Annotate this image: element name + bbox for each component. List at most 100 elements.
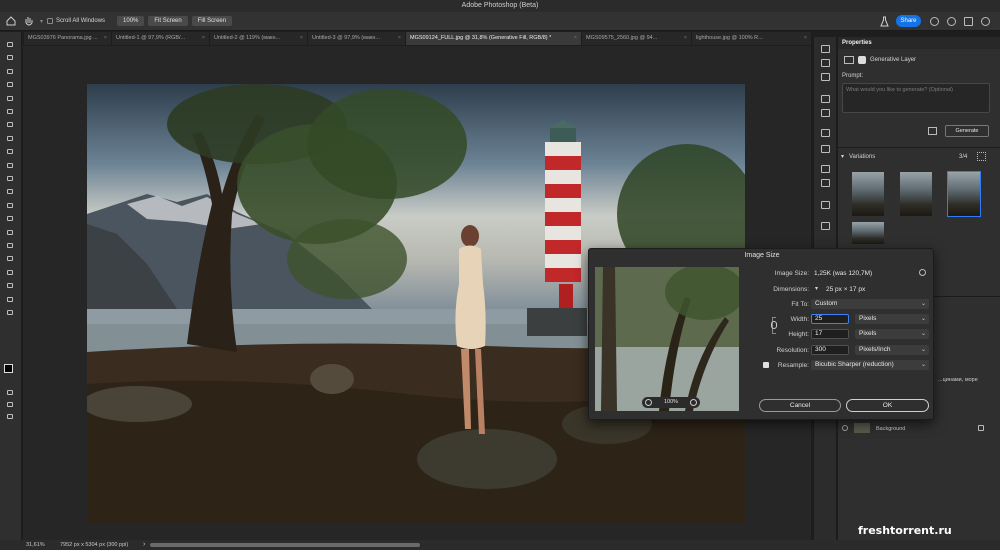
swatches-icon[interactable]: [821, 129, 830, 137]
history-brush-icon[interactable]: [5, 174, 15, 183]
tab-3[interactable]: Untitled-3 @ 97,9% (макн... ×: [308, 32, 406, 45]
resolution-unit-select[interactable]: Pixels/Inch ⌄: [855, 345, 929, 355]
clone-stamp-icon[interactable]: [5, 161, 15, 170]
screen-mode-icon[interactable]: [5, 400, 15, 409]
image-reference-icon[interactable]: [928, 127, 937, 135]
hand-tool-icon[interactable]: [22, 14, 36, 28]
close-icon[interactable]: ×: [804, 32, 807, 45]
variation-thumbnail-4[interactable]: [852, 222, 884, 244]
chevron-right-icon[interactable]: ›: [143, 540, 145, 550]
properties-tab[interactable]: Properties: [838, 37, 1000, 49]
channels-icon[interactable]: [821, 222, 830, 230]
path-select-icon[interactable]: [5, 268, 15, 277]
frame-tool-icon[interactable]: [5, 107, 15, 116]
prompt-input[interactable]: What would you like to generate? (Option…: [842, 83, 990, 113]
quick-mask-icon[interactable]: [5, 388, 15, 397]
history-icon[interactable]: [821, 45, 830, 53]
zoom-in-icon[interactable]: [690, 399, 697, 406]
horizontal-scrollbar[interactable]: [150, 543, 420, 547]
generate-button[interactable]: Generate: [945, 125, 989, 137]
cancel-button[interactable]: Cancel: [759, 399, 841, 412]
libraries-icon[interactable]: [821, 201, 830, 209]
move-tool-icon[interactable]: [5, 40, 15, 49]
tab-5[interactable]: MGS09575_2560.jpg @ 94... ×: [582, 32, 692, 45]
play-icon[interactable]: [821, 59, 830, 67]
tab-2[interactable]: Untitled-2 @ 119% (макн... ×: [210, 32, 308, 45]
close-icon[interactable]: ×: [574, 32, 577, 45]
preview-zoom-control: 100%: [642, 397, 700, 408]
fill-screen-button[interactable]: Fill Screen: [191, 16, 233, 26]
layer-name-partial: ...цинами, море: [938, 377, 978, 383]
height-input[interactable]: 17: [811, 329, 849, 339]
chevron-down-icon[interactable]: ▾: [40, 18, 43, 25]
workspace-icon[interactable]: [964, 17, 973, 26]
healing-brush-icon[interactable]: [5, 134, 15, 143]
flask-icon[interactable]: [880, 16, 889, 27]
tab-6[interactable]: lighthouse.jpg @ 100% R... ×: [692, 32, 812, 45]
chevron-down-icon[interactable]: ▾: [815, 285, 818, 292]
character-icon[interactable]: [821, 165, 830, 173]
resolution-input[interactable]: 300: [811, 345, 849, 355]
tab-1[interactable]: Untitled-1 @ 97,9% (RGB/... ×: [112, 32, 210, 45]
marquee-tool-icon[interactable]: [5, 53, 15, 62]
variation-thumbnail-1[interactable]: [852, 172, 884, 216]
scroll-all-windows-checkbox[interactable]: [47, 18, 54, 24]
close-icon[interactable]: ×: [300, 32, 303, 45]
zoom-100-button[interactable]: 100%: [117, 16, 145, 26]
hand-tool-icon[interactable]: [5, 295, 15, 304]
bell-icon[interactable]: [930, 17, 939, 26]
pen-tool-icon[interactable]: [5, 241, 15, 250]
ok-button[interactable]: OK: [846, 399, 929, 412]
adjustments-icon[interactable]: [821, 145, 830, 153]
help-icon[interactable]: [947, 17, 956, 26]
fit-to-select[interactable]: Custom ⌄: [811, 299, 929, 309]
gradient-tool-icon[interactable]: [5, 201, 15, 210]
object-select-tool-icon[interactable]: [5, 80, 15, 89]
foreground-color-swatch[interactable]: [4, 364, 13, 373]
status-zoom[interactable]: 31,61%: [26, 540, 45, 550]
variation-thumbnail-3[interactable]: [947, 171, 981, 217]
generative-fill-icon[interactable]: [5, 412, 15, 421]
variation-thumbnail-2[interactable]: [900, 172, 932, 216]
lock-icon[interactable]: [978, 425, 984, 431]
paragraph-icon[interactable]: [821, 179, 830, 187]
type-tool-icon[interactable]: [5, 254, 15, 263]
blur-tool-icon[interactable]: [5, 214, 15, 223]
close-icon[interactable]: ×: [398, 32, 401, 45]
close-icon[interactable]: ×: [104, 32, 107, 45]
eraser-tool-icon[interactable]: [5, 187, 15, 196]
width-label: Width:: [790, 316, 809, 323]
search-icon[interactable]: [981, 17, 990, 26]
home-icon[interactable]: [4, 14, 18, 28]
resample-select[interactable]: Bicubic Sharper (reduction) ⌄: [811, 360, 929, 370]
brush-tool-icon[interactable]: [5, 147, 15, 156]
crop-tool-icon[interactable]: [5, 94, 15, 103]
layers-comp-icon[interactable]: [821, 73, 830, 81]
zoom-tool-icon[interactable]: [5, 308, 15, 317]
background-layer-name[interactable]: Background: [876, 426, 905, 432]
rectangle-tool-icon[interactable]: [5, 281, 15, 290]
zoom-out-icon[interactable]: [645, 399, 652, 406]
dialog-preview[interactable]: 100%: [595, 267, 739, 411]
resolution-label: Resolution:: [776, 347, 809, 354]
eye-icon[interactable]: [842, 425, 848, 431]
chevron-down-icon[interactable]: ▾: [841, 153, 844, 160]
gear-icon[interactable]: [919, 269, 926, 276]
close-icon[interactable]: ×: [202, 32, 205, 45]
tab-0[interactable]: MGS03976 Panorama.jpg ... ×: [24, 32, 112, 45]
brightness-icon[interactable]: [821, 95, 830, 103]
tab-4[interactable]: MGS09124_FULL.jpg @ 31,8% (Generative Fi…: [406, 32, 582, 45]
prompt-label: Prompt:: [842, 73, 864, 79]
width-input[interactable]: 25: [811, 314, 849, 324]
status-doc-info[interactable]: 7952 px x 5304 px (300 ppi): [60, 540, 128, 550]
fit-screen-button[interactable]: Fit Screen: [148, 16, 188, 26]
height-unit-select[interactable]: Pixels ⌄: [855, 329, 929, 339]
lasso-tool-icon[interactable]: [5, 67, 15, 76]
share-button[interactable]: Share: [896, 15, 921, 27]
eyedropper-tool-icon[interactable]: [5, 120, 15, 129]
close-icon[interactable]: ×: [684, 32, 687, 45]
dodge-tool-icon[interactable]: [5, 228, 15, 237]
histogram-icon[interactable]: [821, 109, 830, 117]
width-unit-select[interactable]: Pixels ⌄: [855, 314, 929, 324]
grid-view-icon[interactable]: [977, 152, 986, 161]
